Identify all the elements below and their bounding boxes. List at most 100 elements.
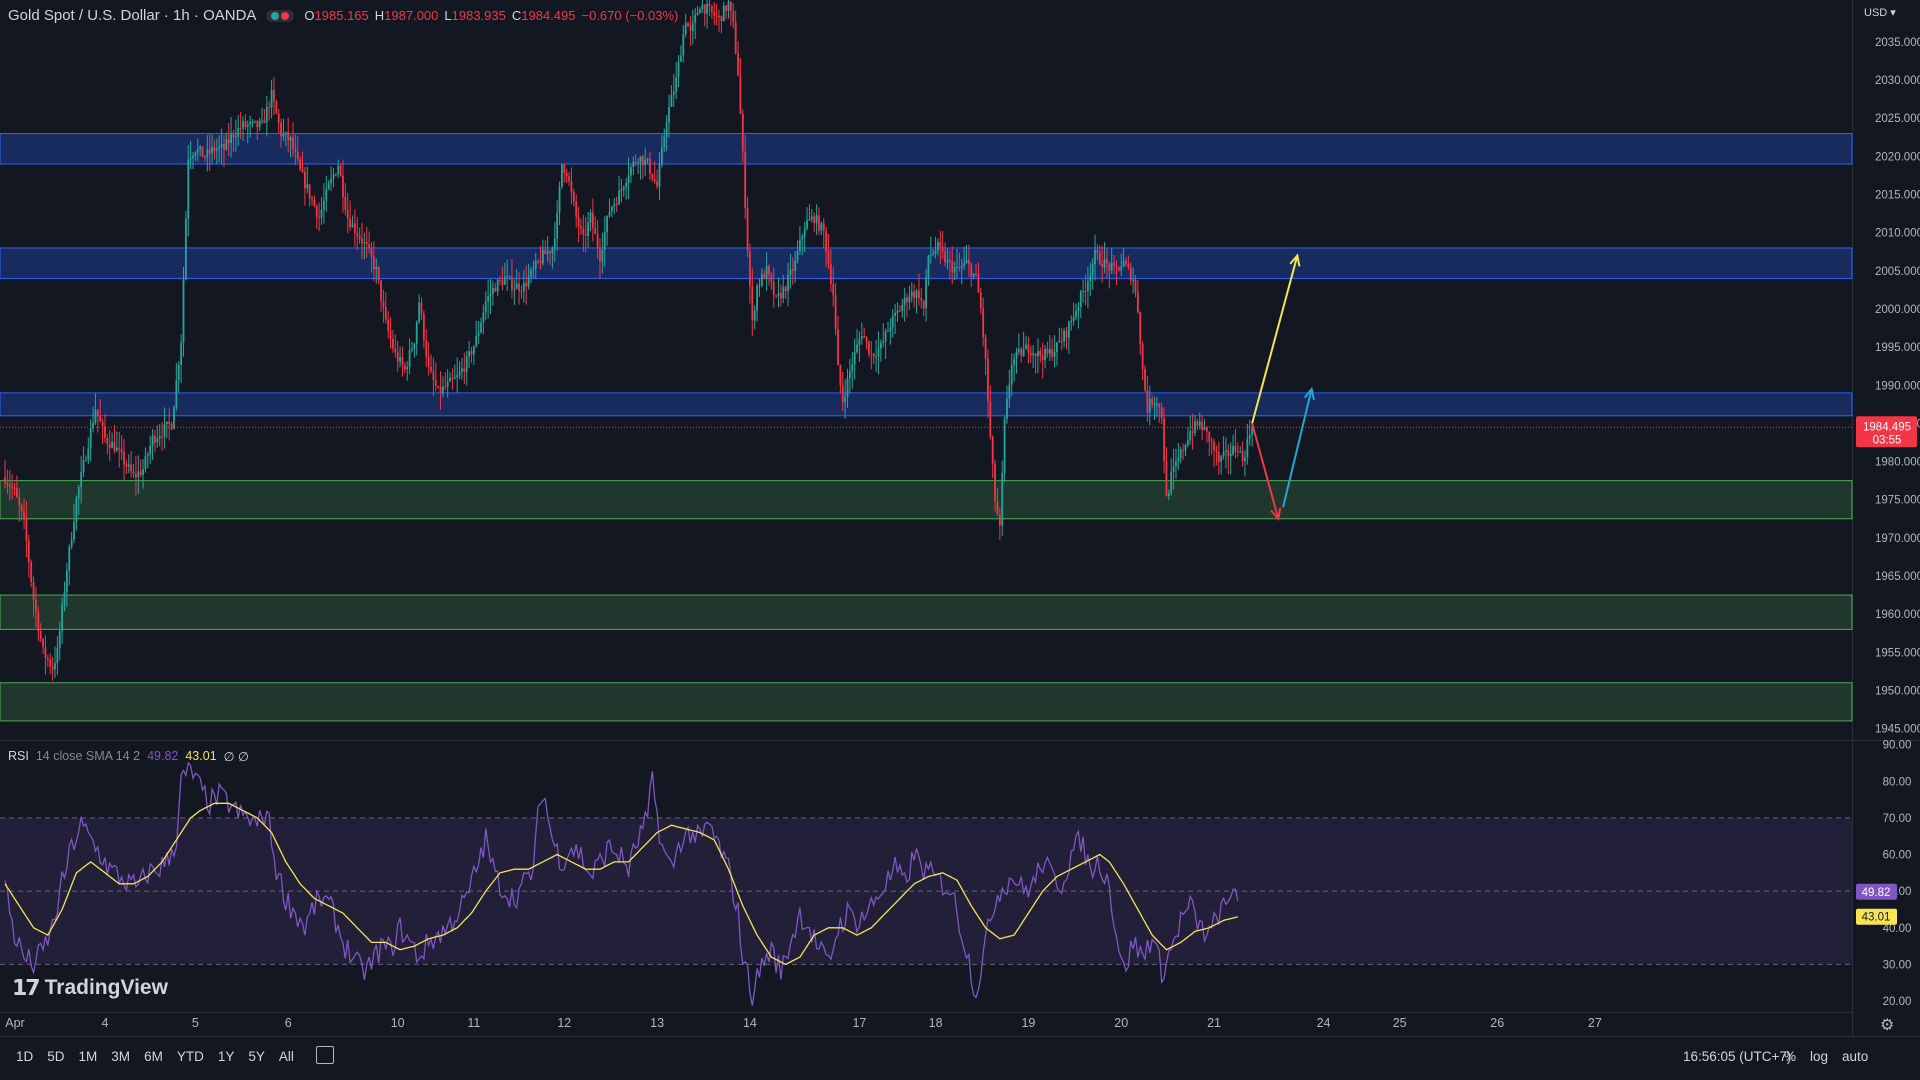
candle bbox=[594, 227, 597, 235]
range-1m[interactable]: 1M bbox=[73, 1047, 104, 1066]
range-1d[interactable]: 1D bbox=[10, 1047, 39, 1066]
candle bbox=[611, 207, 613, 212]
candle bbox=[313, 199, 316, 207]
candle bbox=[332, 174, 335, 179]
candle bbox=[622, 187, 625, 190]
candle bbox=[489, 294, 492, 297]
range-ytd[interactable]: YTD bbox=[171, 1047, 210, 1066]
percent-scale-button[interactable]: % bbox=[1784, 1049, 1796, 1064]
candle bbox=[1198, 421, 1201, 426]
candle bbox=[163, 424, 166, 437]
candle bbox=[282, 133, 285, 137]
price-tick-label: 2015.000 bbox=[1875, 190, 1920, 202]
candle bbox=[763, 274, 766, 279]
price-tick-label: 1990.000 bbox=[1875, 380, 1920, 392]
range-3m[interactable]: 3M bbox=[105, 1047, 136, 1066]
candle bbox=[487, 296, 490, 302]
candle bbox=[889, 327, 892, 332]
candle bbox=[268, 106, 271, 108]
log-scale-button[interactable]: log bbox=[1810, 1049, 1828, 1064]
range-5d[interactable]: 5D bbox=[41, 1047, 70, 1066]
candle bbox=[299, 159, 302, 169]
candle bbox=[11, 486, 14, 488]
candle bbox=[851, 364, 854, 372]
candle bbox=[1153, 404, 1156, 406]
candle bbox=[701, 4, 704, 9]
candle bbox=[856, 344, 858, 353]
range-5y[interactable]: 5Y bbox=[242, 1047, 271, 1066]
candle bbox=[965, 260, 968, 263]
candle bbox=[779, 293, 782, 299]
candle bbox=[44, 647, 47, 658]
support-zone[interactable] bbox=[0, 594, 1853, 630]
candle bbox=[208, 149, 211, 154]
candle bbox=[27, 540, 30, 563]
candle bbox=[939, 242, 942, 248]
candle bbox=[442, 386, 444, 394]
rsi-name[interactable]: RSI bbox=[8, 749, 29, 764]
currency-selector[interactable]: USD ▾ bbox=[1864, 6, 1896, 19]
candle bbox=[877, 348, 880, 357]
candle bbox=[42, 638, 44, 648]
auto-scale-button[interactable]: auto bbox=[1842, 1049, 1868, 1064]
candle bbox=[675, 77, 678, 92]
range-all[interactable]: All bbox=[273, 1047, 300, 1066]
candle bbox=[1206, 427, 1208, 432]
currency-label[interactable]: USD bbox=[1864, 7, 1887, 19]
candle bbox=[232, 134, 235, 138]
support-zone[interactable] bbox=[0, 480, 1853, 520]
chart-svg[interactable]: 1945.000 1950.000 1955.000 1960.000 1965.000… bbox=[0, 0, 1920, 1036]
resistance-zone[interactable] bbox=[0, 133, 1853, 165]
price-tick-label: 2025.000 bbox=[1875, 113, 1920, 125]
candle bbox=[584, 234, 587, 236]
candle bbox=[891, 315, 894, 328]
candle bbox=[211, 146, 213, 154]
ohlc-open: O1985.165 bbox=[304, 8, 369, 23]
clock-timezone[interactable]: 16:56:05 (UTC+7) bbox=[1683, 1049, 1791, 1064]
candle bbox=[537, 261, 540, 263]
candle bbox=[810, 216, 813, 220]
support-zone[interactable] bbox=[0, 682, 1853, 722]
candle bbox=[546, 251, 549, 254]
candle bbox=[727, 1, 730, 12]
candle bbox=[906, 297, 908, 303]
settings-gear-icon[interactable]: ⚙ bbox=[1880, 1015, 1894, 1035]
candle bbox=[620, 189, 623, 191]
candle bbox=[715, 15, 718, 17]
candle bbox=[987, 358, 989, 402]
chart-stage[interactable]: 1945.000 1950.000 1955.000 1960.000 1965.000… bbox=[0, 0, 1920, 1080]
candle bbox=[808, 219, 811, 221]
candle bbox=[689, 26, 692, 32]
rsi-legend[interactable]: RSI 14 close SMA 14 2 49.82 43.01 ∅ ∅ bbox=[8, 749, 249, 764]
rsi-value-tag-text: 43.01 bbox=[1862, 912, 1891, 924]
candle bbox=[149, 446, 152, 455]
candle bbox=[1244, 457, 1246, 462]
candle bbox=[465, 356, 468, 373]
candle bbox=[1132, 279, 1135, 281]
tradingview-logo[interactable]: 𝟭𝟳 TradingView bbox=[12, 975, 168, 1001]
candle bbox=[813, 216, 816, 224]
candle bbox=[860, 336, 863, 340]
price-tick-label: 1955.000 bbox=[1875, 647, 1920, 659]
time-tick-label: 21 bbox=[1207, 1016, 1221, 1030]
symbol-title[interactable]: Gold Spot / U.S. Dollar · 1h · OANDA bbox=[8, 7, 256, 24]
resistance-zone[interactable] bbox=[0, 392, 1853, 417]
range-1y[interactable]: 1Y bbox=[212, 1047, 241, 1066]
candle bbox=[406, 367, 409, 370]
candle bbox=[722, 5, 725, 22]
candle bbox=[1034, 353, 1037, 357]
status-dots[interactable] bbox=[266, 9, 295, 22]
candle bbox=[256, 120, 259, 128]
ohlc-low: L1983.935 bbox=[444, 8, 506, 23]
candle bbox=[596, 234, 599, 249]
candle bbox=[753, 310, 756, 321]
range-6m[interactable]: 6M bbox=[138, 1047, 169, 1066]
candle bbox=[953, 267, 956, 273]
candle bbox=[408, 350, 411, 368]
candle bbox=[703, 4, 706, 14]
goto-date-calendar-icon[interactable] bbox=[316, 1046, 334, 1064]
candle bbox=[1101, 264, 1104, 268]
candle bbox=[399, 357, 401, 362]
candle bbox=[718, 16, 720, 18]
symbol-legend[interactable]: Gold Spot / U.S. Dollar · 1h · OANDA O19… bbox=[8, 7, 678, 24]
